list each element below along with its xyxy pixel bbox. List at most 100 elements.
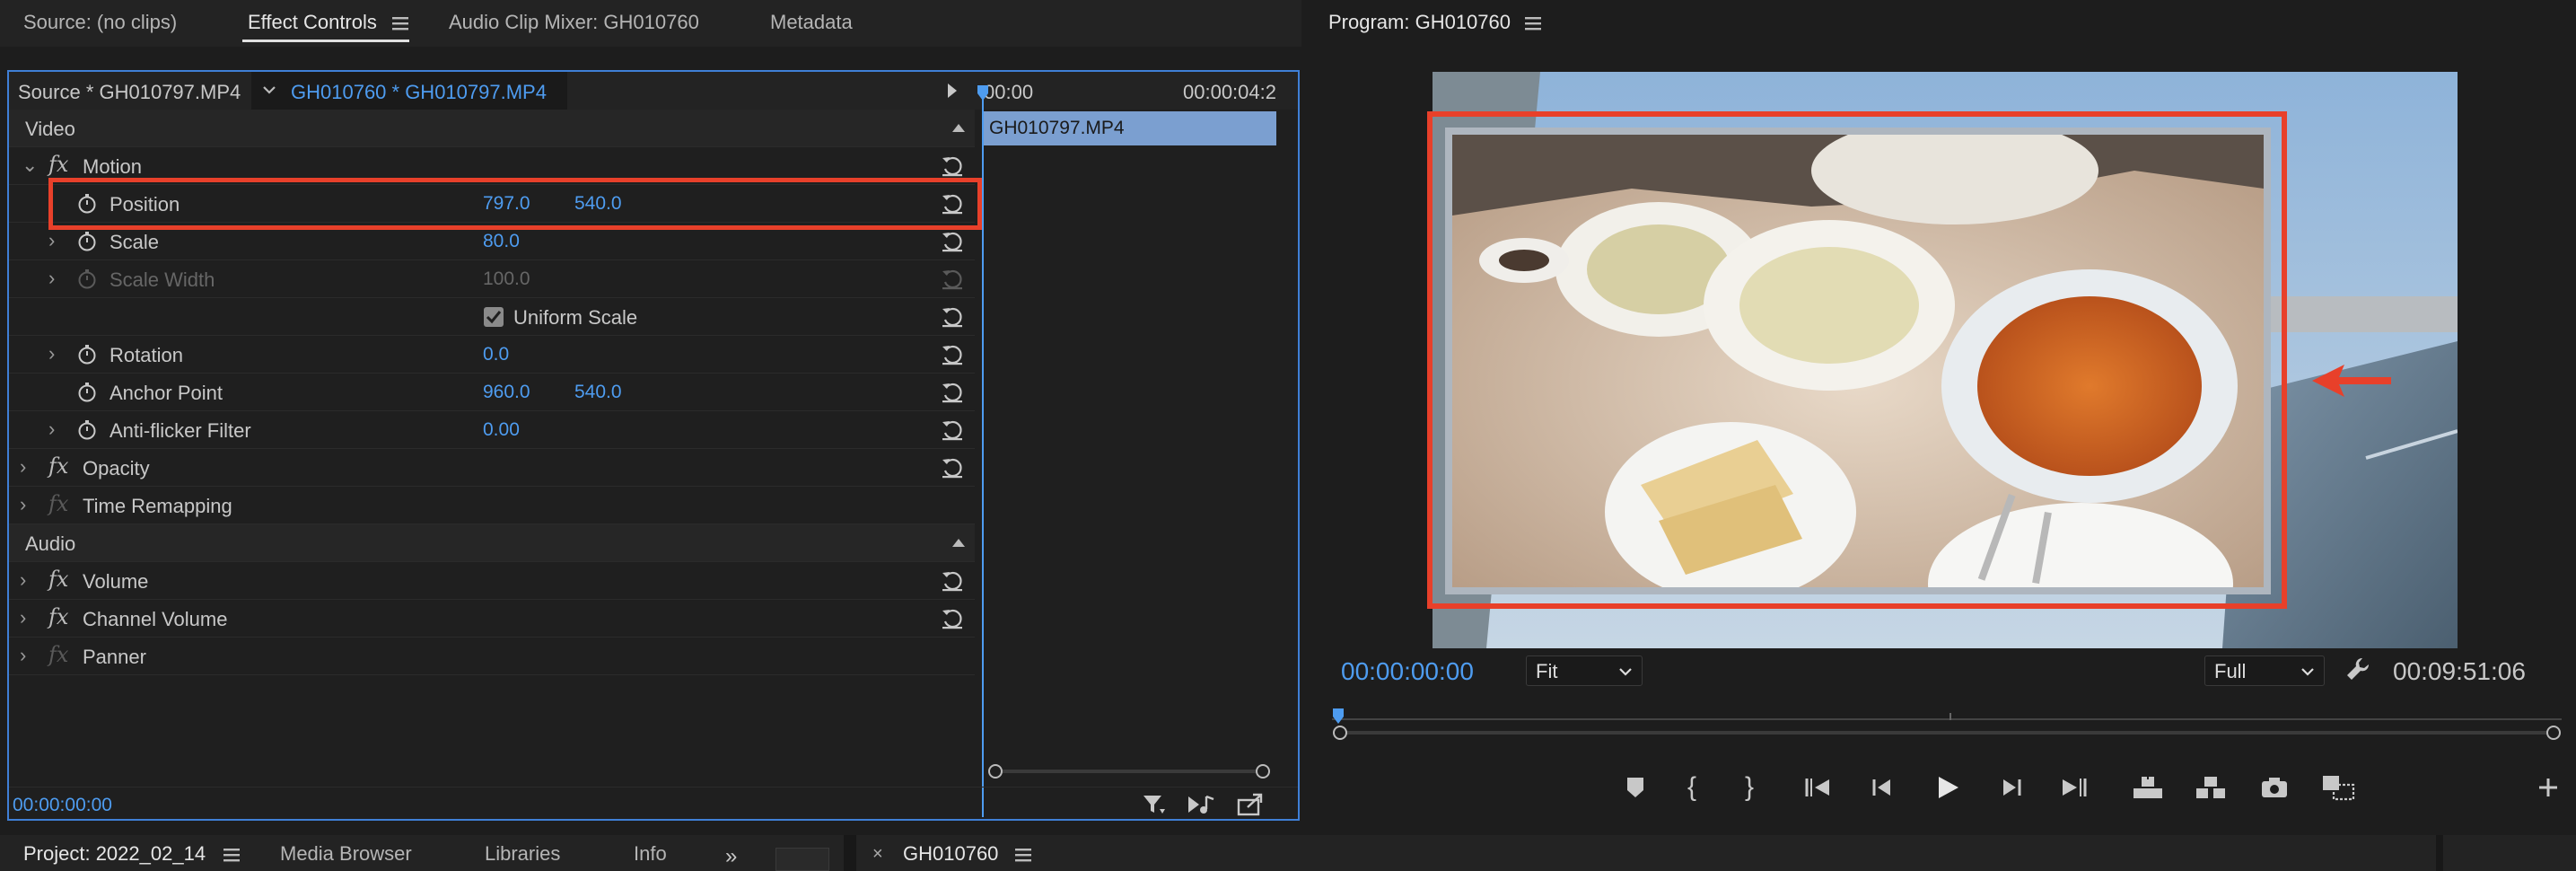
- step-forward-icon[interactable]: [1998, 776, 2023, 799]
- close-tab-icon[interactable]: ×: [872, 844, 883, 865]
- more-tabs-chevron-icon[interactable]: »: [725, 844, 737, 869]
- sequence-dropdown[interactable]: GH010760 * GH010797.MP4: [251, 72, 567, 110]
- comparison-view-icon[interactable]: [2321, 774, 2357, 801]
- button-editor-plus-icon[interactable]: [2537, 776, 2560, 799]
- twirl-right-icon[interactable]: ›: [48, 418, 55, 441]
- rotation-value[interactable]: 0.0: [483, 344, 509, 365]
- collapse-up-icon[interactable]: [951, 537, 966, 548]
- twirl-right-icon[interactable]: ›: [20, 455, 26, 479]
- anchor-point-y-value[interactable]: 540.0: [574, 382, 622, 403]
- twirl-right-icon[interactable]: ›: [48, 342, 55, 365]
- stopwatch-icon[interactable]: [77, 383, 97, 402]
- tab-info[interactable]: Info: [634, 842, 667, 866]
- timeline-zoom-scrollbar[interactable]: [987, 763, 1271, 779]
- add-marker-icon[interactable]: [1625, 776, 1646, 799]
- tab-media-browser[interactable]: Media Browser: [280, 842, 412, 866]
- tab-timeline-sequence[interactable]: GH010760: [903, 842, 998, 866]
- hamburger-menu-icon[interactable]: [391, 14, 411, 32]
- property-row-rotation[interactable]: › Rotation 0.0: [9, 336, 975, 374]
- timeline-ruler[interactable]: 00:00 00:00:04:2: [977, 72, 1298, 110]
- extract-icon[interactable]: [2194, 774, 2228, 801]
- tab-effect-controls[interactable]: Effect Controls: [248, 11, 377, 34]
- ruler-start-time: 00:00: [984, 81, 1034, 103]
- scale-value[interactable]: 80.0: [483, 231, 520, 252]
- program-playhead-icon[interactable]: [1332, 708, 1345, 726]
- reset-icon[interactable]: [941, 154, 964, 178]
- filter-icon[interactable]: [1142, 793, 1167, 816]
- play-icon[interactable]: [1935, 774, 1960, 801]
- twirl-right-icon[interactable]: ›: [20, 493, 26, 516]
- tab-source[interactable]: Source: (no clips): [23, 11, 177, 34]
- reset-icon[interactable]: [941, 569, 964, 593]
- uniform-scale-label[interactable]: Uniform Scale: [513, 306, 637, 330]
- reset-icon[interactable]: [941, 418, 964, 442]
- timeline-clip[interactable]: GH010797.MP4: [984, 111, 1276, 145]
- tab-metadata[interactable]: Metadata: [770, 11, 853, 34]
- go-to-out-icon[interactable]: [2059, 776, 2088, 799]
- project-panel-tabs: Project: 2022_02_14 Media Browser Librar…: [0, 835, 844, 871]
- effect-row-panner[interactable]: › fx Panner: [9, 638, 975, 675]
- export-icon[interactable]: [1237, 793, 1264, 816]
- reset-icon[interactable]: [941, 456, 964, 479]
- tab-libraries[interactable]: Libraries: [485, 842, 560, 866]
- fx-icon[interactable]: fx: [48, 453, 68, 479]
- expand-timeline-arrow-icon[interactable]: [946, 83, 959, 99]
- program-current-timecode[interactable]: 00:00:00:00: [1341, 657, 1474, 686]
- zoom-dropdown[interactable]: Fit: [1526, 655, 1643, 686]
- twirl-down-icon[interactable]: ⌄: [22, 154, 38, 177]
- collapse-up-icon[interactable]: [951, 122, 966, 133]
- opacity-label: Opacity: [83, 457, 150, 479]
- step-back-icon[interactable]: [1871, 776, 1896, 799]
- playback-resolution-dropdown[interactable]: Full: [2204, 655, 2325, 686]
- twirl-right-icon[interactable]: ›: [20, 568, 26, 592]
- play-audio-icon[interactable]: [1187, 793, 1217, 816]
- reset-icon[interactable]: [941, 305, 964, 329]
- twirl-right-icon[interactable]: ›: [48, 267, 55, 290]
- hamburger-menu-icon[interactable]: [1014, 846, 1034, 864]
- hamburger-menu-icon[interactable]: [223, 846, 242, 864]
- property-row-anchor-point[interactable]: Anchor Point 960.0 540.0: [9, 374, 975, 411]
- fx-icon[interactable]: fx: [48, 604, 68, 629]
- reset-icon[interactable]: [941, 230, 964, 253]
- anchor-point-x-value[interactable]: 960.0: [483, 382, 530, 403]
- lift-icon[interactable]: [2131, 774, 2165, 801]
- program-time-ruler[interactable]: [1332, 704, 2562, 740]
- effect-row-channel-volume[interactable]: › fx Channel Volume: [9, 600, 975, 638]
- stopwatch-icon[interactable]: [77, 345, 97, 365]
- scroll-handle-left[interactable]: [1332, 725, 1348, 741]
- effect-row-volume[interactable]: › fx Volume: [9, 562, 975, 600]
- twirl-right-icon[interactable]: ›: [20, 644, 26, 667]
- twirl-right-icon[interactable]: ›: [20, 606, 26, 629]
- effect-row-time-remapping[interactable]: › fx Time Remapping: [9, 487, 975, 524]
- program-monitor-title[interactable]: Program: GH010760: [1328, 11, 1511, 34]
- fx-icon[interactable]: fx: [48, 567, 68, 592]
- program-tab-bar: Program: GH010760: [1310, 0, 2576, 47]
- tab-project[interactable]: Project: 2022_02_14: [23, 842, 206, 866]
- tab-audio-clip-mixer[interactable]: Audio Clip Mixer: GH010760: [449, 11, 699, 34]
- mark-in-icon[interactable]: {: [1687, 772, 1696, 803]
- reset-icon: [941, 268, 964, 291]
- hamburger-menu-icon[interactable]: [1524, 14, 1544, 32]
- go-to-in-icon[interactable]: [1804, 776, 1833, 799]
- effect-controls-timecode[interactable]: 00:00:00:00: [13, 795, 112, 816]
- stopwatch-icon[interactable]: [77, 420, 97, 440]
- anti-flicker-value[interactable]: 0.00: [483, 419, 520, 441]
- wrench-settings-icon[interactable]: [2344, 655, 2371, 682]
- effect-row-opacity[interactable]: › fx Opacity: [9, 449, 975, 487]
- uniform-scale-checkbox[interactable]: [483, 306, 504, 328]
- scroll-handle-right[interactable]: [1255, 763, 1271, 779]
- property-row-anti-flicker[interactable]: › Anti-flicker Filter 0.00: [9, 411, 975, 449]
- scroll-handle-right[interactable]: [2545, 725, 2562, 741]
- source-clip-label[interactable]: Source * GH010797.MP4: [18, 81, 241, 104]
- reset-icon[interactable]: [941, 343, 964, 366]
- reset-icon[interactable]: [941, 607, 964, 630]
- scroll-handle-left[interactable]: [987, 763, 1003, 779]
- export-frame-camera-icon[interactable]: [2260, 776, 2289, 799]
- twirl-right-icon[interactable]: ›: [48, 229, 55, 252]
- reset-icon[interactable]: [941, 381, 964, 404]
- fx-icon[interactable]: fx: [48, 152, 68, 177]
- stopwatch-icon[interactable]: [77, 232, 97, 251]
- transport-controls: { }: [1616, 770, 2388, 806]
- mark-out-icon[interactable]: }: [1745, 772, 1754, 803]
- ruler-end-time: 00:00:04:2: [1183, 81, 1276, 103]
